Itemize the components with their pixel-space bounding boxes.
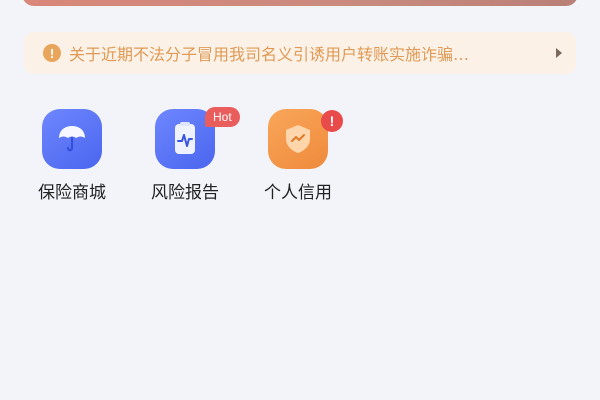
umbrella-icon [42, 109, 102, 169]
alert-badge: ! [321, 110, 343, 132]
top-banner[interactable] [22, 0, 578, 6]
notice-text: 关于近期不法分子冒用我司名义引诱用户转账实施诈骗… [69, 45, 470, 64]
service-label: 风险报告 [151, 183, 219, 203]
exclamation-circle-icon: ! [43, 44, 61, 62]
service-label: 个人信用 [264, 183, 332, 203]
service-insurance-mall[interactable]: 保险商城 [22, 106, 122, 206]
exclamation-glyph: ! [49, 45, 55, 61]
credit-shield-icon [268, 109, 328, 169]
hot-badge: Hot [205, 107, 240, 127]
notice-bar[interactable]: ! 关于近期不法分子冒用我司名义引诱用户转账实施诈骗… [24, 32, 576, 74]
service-label: 保险商城 [38, 183, 106, 203]
play-arrow-icon [556, 48, 562, 58]
service-grid: 保险商城 风险报告 个人信用 Hot ! [22, 106, 362, 206]
